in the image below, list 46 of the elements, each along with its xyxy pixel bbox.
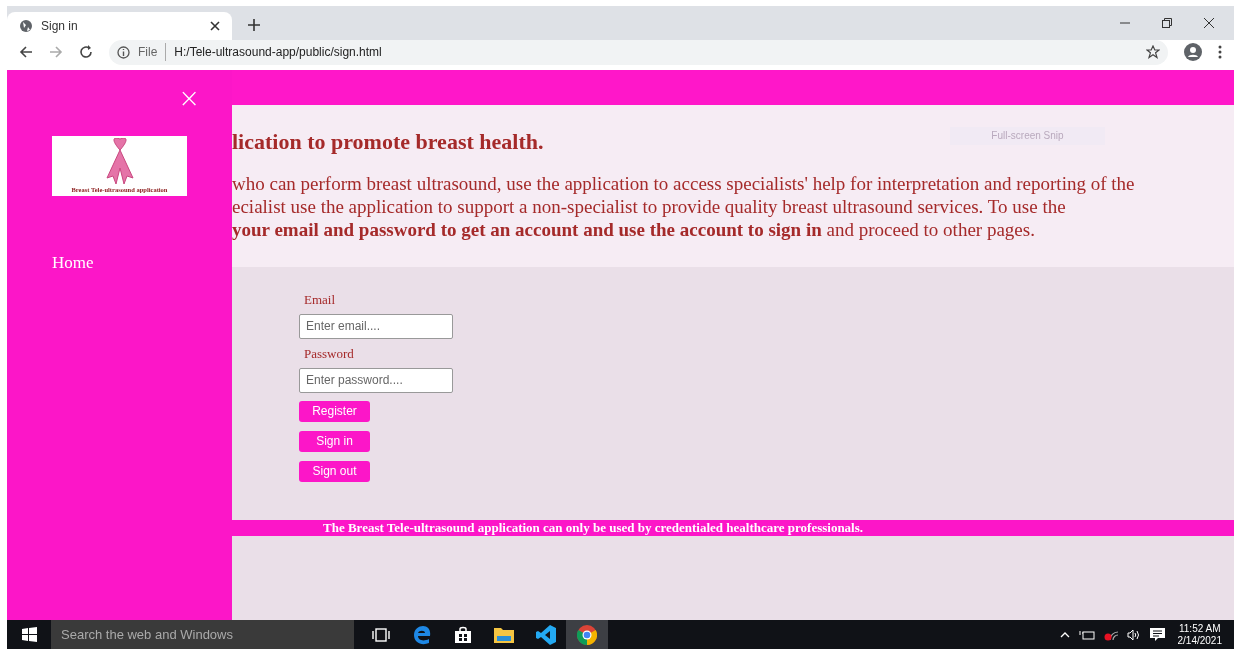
reload-icon[interactable] <box>79 45 93 60</box>
edge-browser-icon[interactable] <box>412 624 432 645</box>
speaker-icon[interactable] <box>1126 628 1141 641</box>
footer-notice: The Breast Tele-ultrasound application can only be used by credentialed healthcare professionals. <box>323 520 864 536</box>
chrome-icon <box>577 624 597 645</box>
windows-start-icon[interactable] <box>21 627 37 642</box>
chrome-taskbar-button[interactable] <box>566 620 608 649</box>
battery-icon[interactable] <box>1078 629 1095 640</box>
close-icon[interactable] <box>210 20 220 31</box>
folder-icon[interactable] <box>494 626 514 643</box>
info-icon[interactable] <box>117 45 130 59</box>
restore-icon[interactable] <box>1162 17 1172 28</box>
close-button[interactable]: × <box>178 85 200 110</box>
page-heading: lication to promote breast health. <box>232 128 544 155</box>
intro-paragraph: who can perform breast ultrasound, use the application to access specialists' help for interpretation and reporting of the ecialist use the application to support a non-specialist to provide quality breast ultrasound services. To use the your email and password to get an account and use the account to sign in and proceed to other pages. <box>232 171 1136 241</box>
task-view-icon[interactable] <box>372 627 390 642</box>
chevron-up-icon[interactable] <box>1059 631 1070 638</box>
clock-date: 2/14/2021 <box>1177 634 1222 647</box>
ribbon-icon <box>104 137 135 186</box>
form-button[interactable]: Register <box>299 400 370 422</box>
clock-time: 11:52 AM <box>1179 622 1221 635</box>
password-field[interactable]: Enter password.... <box>299 367 453 393</box>
field-label: Password <box>304 345 355 362</box>
store-bag-icon[interactable] <box>454 625 472 644</box>
taskbar-search-field[interactable]: Search the web and Windows <box>51 620 354 649</box>
code-editor-icon[interactable] <box>536 624 556 645</box>
account-icon[interactable] <box>1184 43 1202 62</box>
form-button[interactable]: Sign out <box>299 460 370 482</box>
search-placeholder: Search the web and Windows <box>61 625 233 644</box>
tab-title: Sign in <box>41 17 79 35</box>
back-icon[interactable] <box>19 45 33 60</box>
new-tab-icon[interactable] <box>248 18 260 31</box>
nav-link[interactable]: Home <box>52 251 232 274</box>
scheme-label: File <box>138 43 167 62</box>
email-field[interactable]: Enter email.... <box>299 313 453 339</box>
address-field[interactable]: File H:/Tele-ultrasound-app/public/sign.html <box>109 39 1168 65</box>
field-label: Email <box>304 291 337 308</box>
url-text: H:/Tele-ultrasound-app/public/sign.html <box>174 44 383 62</box>
star-icon[interactable] <box>1146 45 1160 60</box>
close-icon[interactable] <box>1204 17 1214 28</box>
network-error-icon[interactable] <box>1103 628 1118 641</box>
menu-icon[interactable] <box>1218 45 1222 60</box>
notification-icon[interactable] <box>1149 627 1165 642</box>
browser-tab[interactable]: Sign in <box>7 11 232 40</box>
globe-icon <box>19 18 33 33</box>
form-button[interactable]: Sign in <box>299 430 370 452</box>
